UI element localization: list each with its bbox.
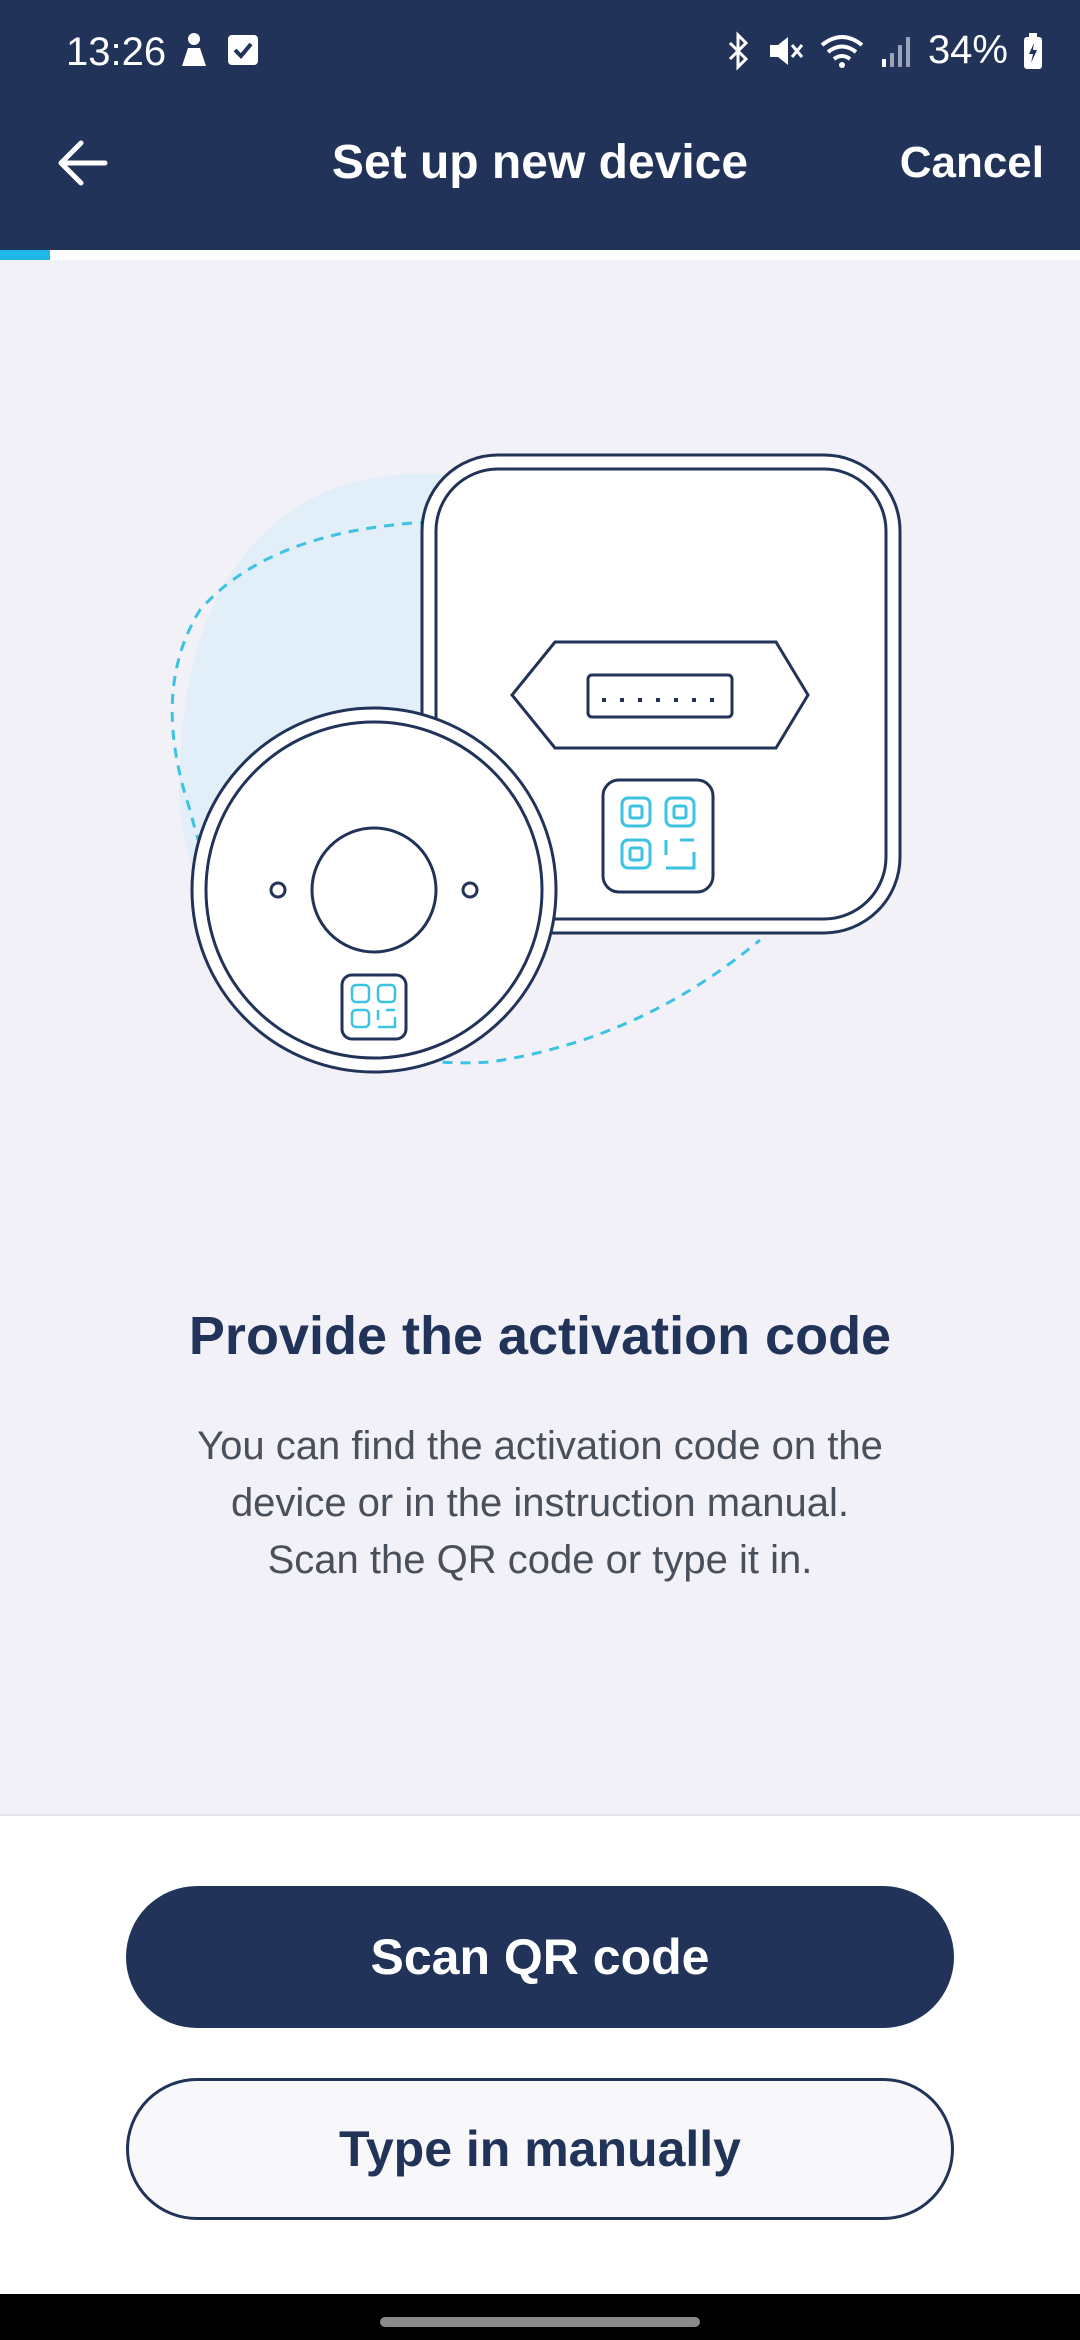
signal-icon bbox=[881, 36, 910, 67]
hub-qr-code bbox=[601, 778, 715, 894]
description-line: device or in the instruction manual. bbox=[230, 1481, 850, 1525]
cancel-button[interactable]: Cancel bbox=[900, 130, 1044, 196]
progress-bar-fill bbox=[0, 250, 50, 260]
wifi-icon bbox=[820, 34, 864, 68]
device-illustration bbox=[170, 453, 902, 1074]
mute-icon bbox=[769, 36, 804, 65]
type-in-manually-button[interactable]: Type in manually bbox=[126, 2078, 954, 2220]
status-left-icons bbox=[176, 30, 260, 70]
status-time: 13:26 bbox=[66, 30, 167, 74]
description-line: Scan the QR code or type it in. bbox=[267, 1538, 813, 1582]
scan-qr-code-button[interactable]: Scan QR code bbox=[126, 1886, 954, 2028]
status-right-icons: 34% bbox=[724, 28, 1044, 73]
sensor-qr-code bbox=[340, 973, 408, 1041]
check-box-icon bbox=[228, 35, 258, 65]
top-app-bar: 13:26 34% Set up new device Cancel bbox=[0, 0, 1080, 250]
bluetooth-icon bbox=[728, 30, 749, 71]
activation-heading: Provide the activation code bbox=[188, 1306, 892, 1366]
person-icon bbox=[182, 33, 206, 66]
progress-bar bbox=[0, 250, 1080, 260]
activation-description: You can find the activation code on the … bbox=[140, 1418, 940, 1589]
description-line: You can find the activation code on the bbox=[197, 1424, 883, 1468]
home-indicator[interactable] bbox=[380, 2317, 700, 2327]
round-sensor-device bbox=[190, 706, 558, 1074]
battery-charging-icon bbox=[1024, 32, 1042, 69]
battery-percentage: 34% bbox=[927, 28, 1008, 72]
